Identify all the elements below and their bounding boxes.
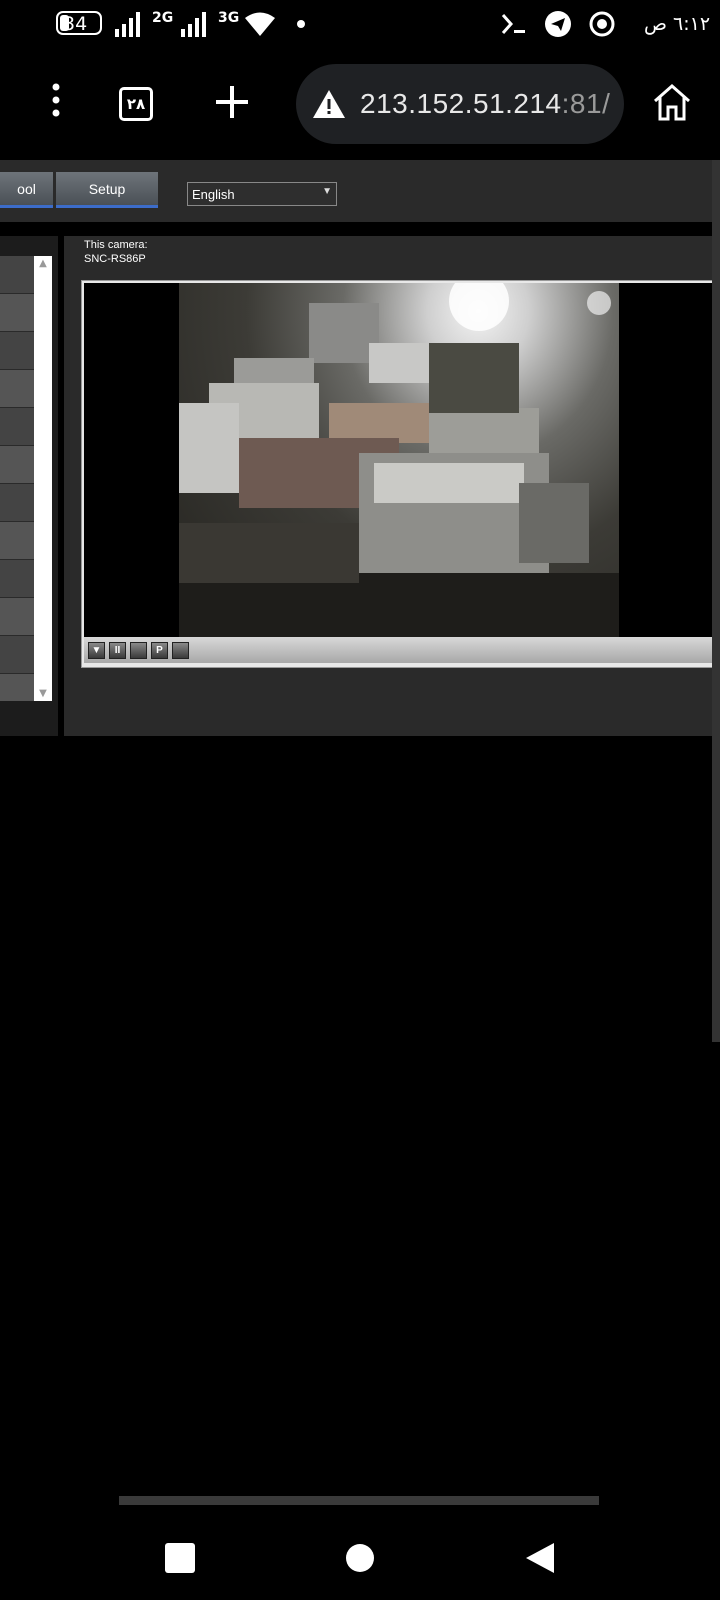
status-bar: 34 2G 3G ٦:١٢ ص <box>0 0 720 48</box>
list-item[interactable] <box>0 256 34 294</box>
video-viewer: ▼ II P <box>81 280 720 668</box>
notification-dot-icon <box>296 0 306 48</box>
video-display[interactable] <box>84 283 720 637</box>
recents-square-icon[interactable] <box>160 1538 200 1578</box>
new-tab-plus-icon[interactable] <box>212 82 252 122</box>
tool-menu-button[interactable]: ool <box>0 172 53 208</box>
home-circle-icon[interactable] <box>340 1538 380 1578</box>
scroll-down-arrow-icon[interactable]: ▼ <box>34 688 52 699</box>
camera-list[interactable] <box>0 256 34 701</box>
terminal-icon <box>500 0 528 48</box>
menu-toggle-button[interactable]: ▼ <box>88 641 105 659</box>
list-item[interactable] <box>0 636 34 674</box>
overflow-menu-icon[interactable] <box>40 76 72 124</box>
list-item[interactable] <box>0 370 34 408</box>
preset-button[interactable]: P <box>151 641 168 659</box>
language-select[interactable]: English ▼ <box>187 182 337 206</box>
list-item[interactable] <box>0 408 34 446</box>
warning-icon[interactable] <box>312 89 346 119</box>
chevron-down-icon: ▼ <box>322 186 332 197</box>
setup-menu-button[interactable]: Setup <box>56 172 158 208</box>
list-item[interactable] <box>0 522 34 560</box>
network-type-2g: 2G <box>152 10 174 26</box>
list-scrollbar[interactable]: ▲ ▼ <box>34 256 52 701</box>
camera-view-panel: This camera: SNC-RS86P ▼ II P <box>64 236 720 736</box>
url-host: 213.152.51.214 <box>360 88 562 119</box>
url-text[interactable]: 213.152.51.214:81/ <box>360 88 610 120</box>
camera-info: This camera: SNC-RS86P <box>84 238 148 266</box>
pause-button[interactable]: II <box>109 641 126 659</box>
camera-menu-bar: ool Setup English ▼ <box>0 160 720 222</box>
list-item[interactable] <box>0 598 34 636</box>
list-item[interactable] <box>0 560 34 598</box>
list-item[interactable] <box>0 294 34 332</box>
wifi-icon <box>244 0 276 48</box>
camera-model: SNC-RS86P <box>84 253 146 265</box>
camera-caption: This camera: <box>84 239 148 251</box>
list-item[interactable] <box>0 332 34 370</box>
url-path: :81/ <box>561 88 611 119</box>
signal-icon-sim2 <box>180 0 210 48</box>
clock: ٦:١٢ ص <box>644 13 711 35</box>
back-triangle-icon[interactable] <box>520 1538 560 1578</box>
browser-toolbar: ٢٨ 213.152.51.214:81/ <box>0 48 720 160</box>
tab-switcher-button[interactable]: ٢٨ <box>116 84 156 124</box>
telegram-icon <box>544 0 572 48</box>
capture-icon[interactable] <box>130 641 147 659</box>
screen-record-icon <box>588 0 616 48</box>
camera-list-panel: ▲ ▼ <box>0 236 58 736</box>
zoom-window-icon[interactable] <box>172 641 189 659</box>
camera-feed-image <box>179 283 619 637</box>
scroll-up-arrow-icon[interactable]: ▲ <box>34 258 52 269</box>
language-select-value: English <box>192 186 235 202</box>
list-item[interactable] <box>0 446 34 484</box>
page-scrollbar[interactable] <box>712 160 720 1042</box>
system-nav-bar <box>0 1520 720 1600</box>
video-control-bar: ▼ II P <box>84 637 720 663</box>
signal-icon-sim1 <box>114 0 144 48</box>
list-item[interactable] <box>0 484 34 522</box>
list-item[interactable] <box>0 674 34 701</box>
gesture-handle[interactable] <box>119 1496 599 1505</box>
tab-count: ٢٨ <box>119 87 153 121</box>
network-type-3g: 3G <box>218 10 240 26</box>
battery-indicator: 34 <box>56 11 102 35</box>
address-bar[interactable]: 213.152.51.214:81/ <box>296 64 624 144</box>
home-icon[interactable] <box>648 78 696 126</box>
battery-level: 34 <box>63 13 88 35</box>
